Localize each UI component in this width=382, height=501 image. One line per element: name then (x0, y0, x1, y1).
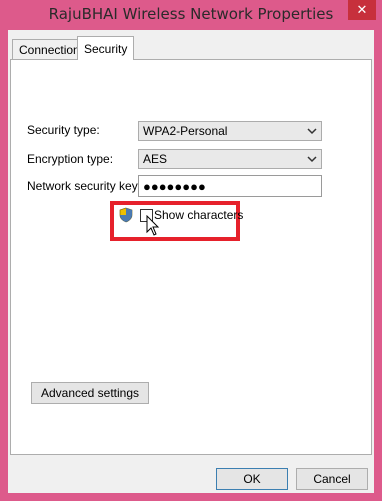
show-characters-label[interactable]: Show characters (154, 208, 243, 222)
properties-window: RajuBHAI Wireless Network Properties ✕ C… (0, 0, 382, 501)
encryption-type-label: Encryption type: (27, 152, 114, 166)
security-tab-panel: Security type: WPA2-Personal Encryption … (10, 59, 372, 455)
security-type-select[interactable]: WPA2-Personal (138, 121, 322, 141)
advanced-settings-button[interactable]: Advanced settings (31, 382, 149, 404)
close-button[interactable]: ✕ (348, 0, 376, 20)
network-key-input[interactable]: ●●●●●●●● (138, 175, 322, 197)
chevron-down-icon (307, 124, 317, 141)
tab-connection[interactable]: Connection (12, 39, 87, 59)
security-type-label: Security type: (27, 123, 100, 137)
encryption-type-value: AES (143, 152, 168, 166)
encryption-type-select[interactable]: AES (138, 149, 322, 169)
cancel-button[interactable]: Cancel (296, 468, 368, 490)
window-title: RajuBHAI Wireless Network Properties (48, 5, 334, 23)
shield-icon (118, 207, 134, 223)
dialog-client-area: Connection Security Security type: WPA2-… (8, 30, 374, 493)
mouse-cursor-icon (146, 214, 160, 237)
tab-security[interactable]: Security (77, 36, 135, 60)
close-icon: ✕ (356, 2, 368, 18)
network-key-label: Network security key (27, 179, 138, 193)
ok-button[interactable]: OK (216, 468, 288, 490)
title-bar[interactable]: RajuBHAI Wireless Network Properties ✕ (0, 0, 382, 30)
chevron-down-icon (307, 152, 317, 169)
security-type-value: WPA2-Personal (143, 124, 228, 138)
tab-connection-label: Connection (19, 42, 80, 57)
tab-security-label: Security (84, 41, 128, 56)
